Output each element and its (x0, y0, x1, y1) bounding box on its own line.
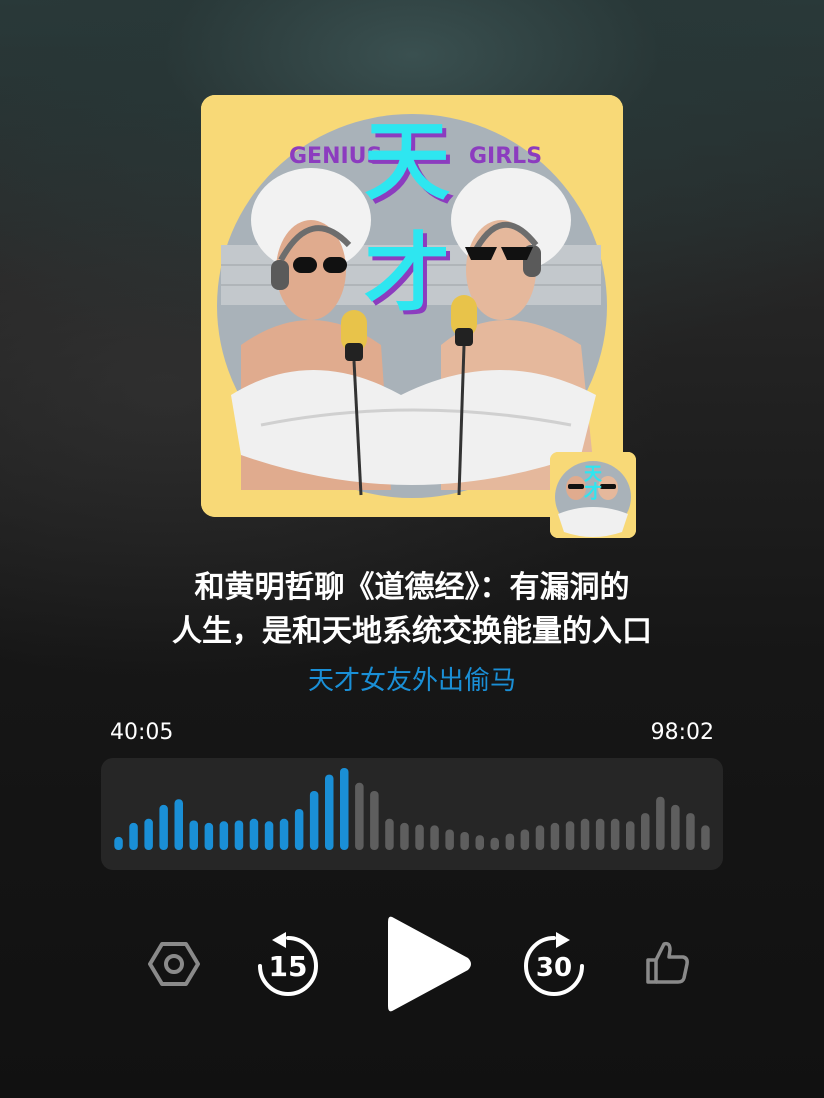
waveform-bar-unplayed (580, 818, 590, 850)
rewind-button[interactable]: 15 (254, 928, 322, 1000)
podcast-name-link[interactable]: 天才女友外出偷马 (0, 660, 824, 697)
cover-right-text: GIRLS (469, 144, 542, 169)
waveform-bar-played (309, 791, 319, 850)
waveform-bar-played (174, 799, 183, 850)
forward-seconds-label: 30 (536, 953, 572, 983)
waveform-bar-played (234, 820, 244, 850)
svg-text:才: 才 (364, 224, 450, 324)
episode-title-line-1: 和黄明哲聊《道德经》：有漏洞的 (194, 570, 630, 605)
waveform-bar-unplayed (626, 821, 635, 850)
waveform-bar-unplayed (445, 829, 454, 850)
waveform-bar-played (279, 818, 289, 850)
total-duration: 98:02 (650, 720, 714, 745)
waveform-bar-played (144, 818, 153, 850)
waveform-bar-unplayed (550, 822, 560, 850)
waveform-bars (114, 768, 710, 850)
waveform-bar-unplayed (490, 837, 499, 850)
forward-button[interactable]: 30 (520, 928, 588, 1000)
waveform-bar-played (249, 818, 259, 850)
waveform-bar-unplayed (520, 829, 530, 850)
elapsed-time: 40:05 (110, 720, 174, 745)
waveform-bar-unplayed (385, 818, 394, 850)
hexagon-settings-icon[interactable] (148, 938, 200, 990)
waveform-bar-played (340, 768, 349, 850)
playback-controls: 15 30 (0, 910, 824, 1020)
play-button[interactable] (380, 910, 480, 1018)
waveform-bar-played (294, 809, 304, 850)
rewind-15-icon: 15 (258, 932, 318, 996)
mini-cover-art: 天 才 (550, 452, 636, 538)
play-icon (388, 916, 471, 1012)
waveform-bar-unplayed (355, 782, 364, 850)
waveform-bar-unplayed (430, 825, 439, 850)
waveform-bar-unplayed (595, 818, 605, 850)
mini-cover-illustration: 天 才 (550, 452, 636, 538)
episode-title: 和黄明哲聊《道德经》：有漏洞的 人生，是和天地系统交换能量的入口 (60, 566, 764, 654)
thumbs-up-icon[interactable] (642, 938, 692, 988)
waveform-bar-unplayed (475, 835, 484, 850)
waveform-bar-unplayed (505, 833, 515, 850)
waveform-bar-unplayed (641, 813, 650, 850)
waveform-bar-played (219, 821, 229, 850)
svg-text:天: 天 (364, 112, 450, 212)
waveform-bar-unplayed (460, 832, 469, 850)
waveform-bar-unplayed (370, 791, 379, 850)
waveform-bar-unplayed (701, 825, 710, 850)
waveform-bar-unplayed (671, 804, 680, 850)
waveform-bar-unplayed (610, 818, 620, 850)
waveform-bar-played (114, 836, 123, 850)
waveform-bar-unplayed (686, 813, 695, 850)
waveform-bar-unplayed (565, 821, 575, 850)
forward-30-icon: 30 (524, 932, 584, 996)
waveform-bar-played (159, 804, 168, 850)
waveform-bar-unplayed (656, 796, 665, 850)
waveform-bar-played (129, 822, 138, 850)
waveform-scrubber[interactable] (101, 758, 723, 870)
waveform-bar-played (204, 822, 214, 850)
episode-title-line-2: 人生，是和天地系统交换能量的入口 (172, 614, 652, 649)
waveform-bar-unplayed (400, 822, 409, 850)
waveform-bar-unplayed (415, 824, 424, 850)
waveform-bar-played (264, 821, 274, 850)
waveform-bar-played (189, 820, 198, 850)
waveform-bar-unplayed (535, 825, 545, 850)
svg-text:才: 才 (584, 481, 602, 503)
waveform-bar-played (325, 774, 334, 850)
rewind-seconds-label: 15 (269, 950, 308, 983)
